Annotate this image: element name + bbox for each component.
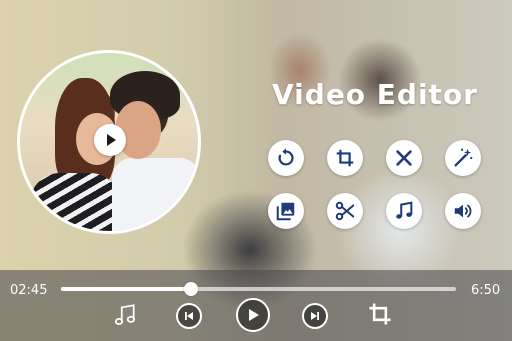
play-button[interactable] — [236, 298, 270, 332]
crop-button[interactable] — [327, 140, 363, 176]
thumbnail-figure — [30, 173, 120, 231]
rotate-icon — [278, 148, 294, 166]
skip-next-icon — [311, 312, 319, 320]
gallery-icon — [276, 202, 295, 221]
rotate-button[interactable] — [268, 140, 304, 176]
close-icon — [396, 150, 412, 166]
music-button[interactable] — [386, 193, 422, 229]
effects-button[interactable] — [445, 140, 481, 176]
volume-icon — [454, 204, 472, 218]
music-note-icon — [396, 201, 413, 219]
thumbnail-play-button[interactable] — [94, 124, 126, 156]
seek-progress — [61, 287, 192, 291]
seek-bar[interactable] — [61, 287, 456, 291]
play-icon — [107, 134, 116, 146]
cut-button[interactable] — [327, 193, 363, 229]
current-time: 02:45 — [10, 283, 48, 298]
scissors-icon — [335, 201, 355, 221]
page-title: Video Editor — [272, 78, 478, 111]
volume-button[interactable] — [445, 193, 481, 229]
music-note-icon — [114, 304, 136, 325]
previous-button[interactable] — [176, 303, 202, 329]
gallery-button[interactable] — [268, 193, 304, 229]
thumbnail-figure — [112, 158, 198, 231]
magic-wand-icon — [454, 148, 473, 167]
play-icon — [249, 309, 259, 321]
total-time: 6:50 — [471, 283, 501, 298]
crop-icon — [369, 303, 391, 325]
crop-icon — [336, 149, 354, 167]
next-button[interactable] — [302, 303, 328, 329]
delete-button[interactable] — [386, 140, 422, 176]
crop-control-button[interactable] — [364, 298, 396, 330]
music-control-button[interactable] — [110, 300, 140, 330]
skip-previous-icon — [185, 312, 193, 320]
